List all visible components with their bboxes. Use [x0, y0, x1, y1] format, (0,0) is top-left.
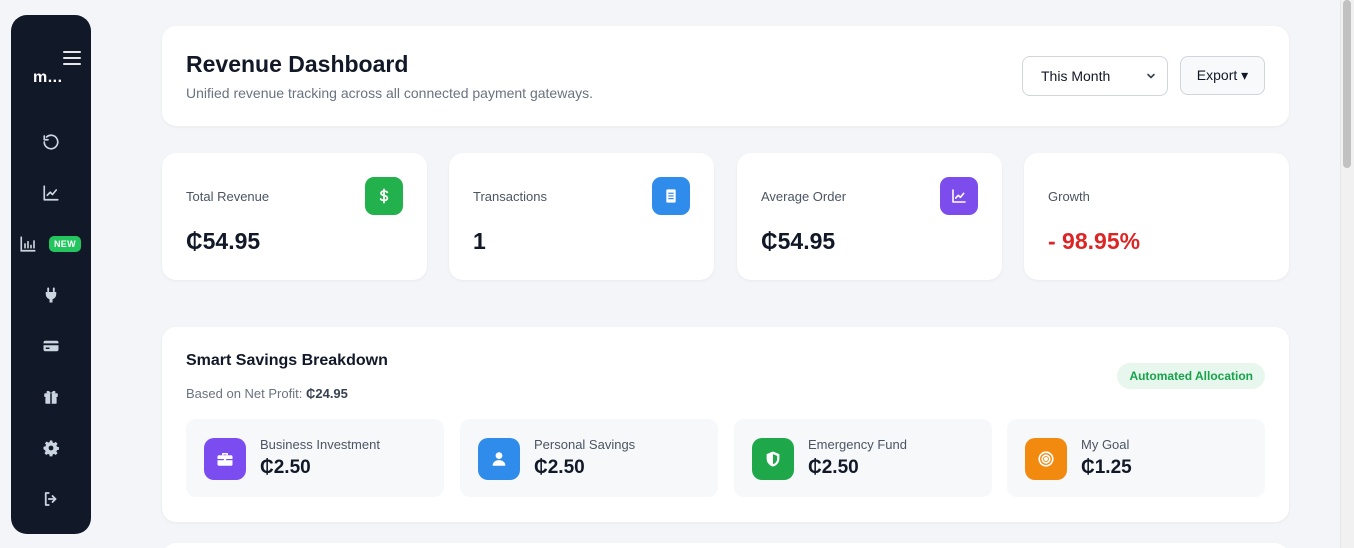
savings-item-business-investment: Business Investment ₵2.50 [186, 419, 444, 497]
header-card: Revenue Dashboard Unified revenue tracki… [162, 26, 1289, 126]
receipt-icon [652, 177, 690, 215]
sidebar-item-settings[interactable] [11, 433, 91, 463]
stat-value: - 98.95% [1048, 228, 1141, 254]
period-select-value: This Month [1041, 68, 1111, 84]
next-section-card [162, 543, 1289, 548]
brand-name: m... [33, 69, 63, 86]
sidebar-item-payments[interactable] [11, 331, 91, 361]
user-icon [478, 438, 520, 480]
savings-title: Smart Savings Breakdown [186, 352, 388, 369]
savings-item-label: Emergency Fund [808, 437, 907, 452]
bar-chart-icon [20, 236, 36, 252]
stat-label: Growth [1048, 189, 1090, 204]
target-icon [1025, 438, 1067, 480]
stat-card-growth: Growth - 98.95% [1024, 153, 1289, 280]
status-badge: Automated Allocation [1117, 363, 1265, 389]
stat-value: ₵54.95 [186, 228, 261, 254]
history-icon [43, 134, 59, 150]
savings-item-label: Business Investment [260, 437, 380, 452]
savings-item-value: ₵1.25 [1081, 457, 1132, 478]
sidebar-item-rewards[interactable] [11, 382, 91, 412]
stat-card-total-revenue: Total Revenue ₵54.95 [162, 153, 427, 280]
savings-item-label: Personal Savings [534, 437, 636, 452]
shield-icon [752, 438, 794, 480]
savings-item-value: ₵2.50 [808, 457, 859, 478]
savings-basis: Based on Net Profit: ₵24.95 [186, 386, 348, 401]
briefcase-icon [204, 438, 246, 480]
sidebar-item-analytics[interactable] [11, 178, 91, 208]
scrollbar-thumb[interactable] [1343, 0, 1351, 168]
chevron-down-icon [1147, 73, 1155, 79]
stat-card-average-order: Average Order ₵54.95 [737, 153, 1002, 280]
sidebar: m... NEW [11, 15, 91, 534]
export-button[interactable]: Export ▾ [1180, 56, 1265, 95]
savings-item-my-goal: My Goal ₵1.25 [1007, 419, 1265, 497]
credit-card-icon [43, 340, 59, 352]
line-chart-icon [43, 185, 59, 201]
page-scrollbar[interactable] [1340, 0, 1354, 548]
savings-basis-label: Based on Net Profit: [186, 386, 303, 401]
savings-card: Smart Savings Breakdown Based on Net Pro… [162, 327, 1289, 522]
sidebar-item-logout[interactable] [11, 484, 91, 514]
new-badge: NEW [49, 236, 81, 252]
stat-label: Transactions [473, 189, 547, 204]
savings-item-label: My Goal [1081, 437, 1130, 452]
gear-icon [43, 440, 59, 457]
stat-value: ₵54.95 [761, 228, 836, 254]
dollar-icon [365, 177, 403, 215]
sidebar-item-reports[interactable]: NEW [11, 229, 91, 259]
logout-icon [44, 492, 57, 506]
period-select[interactable]: This Month [1022, 56, 1168, 96]
gift-icon [44, 390, 58, 404]
stat-value: 1 [473, 228, 486, 254]
page-title: Revenue Dashboard [186, 51, 409, 77]
plug-icon [45, 287, 57, 303]
chart-icon [940, 177, 978, 215]
savings-item-emergency-fund: Emergency Fund ₵2.50 [734, 419, 992, 497]
stat-card-transactions: Transactions 1 [449, 153, 714, 280]
savings-basis-value: ₵24.95 [305, 386, 348, 401]
page-subtitle: Unified revenue tracking across all conn… [186, 85, 593, 101]
stat-label: Average Order [761, 189, 847, 204]
savings-item-value: ₵2.50 [260, 457, 311, 478]
stat-label: Total Revenue [186, 189, 270, 204]
sidebar-item-integrations[interactable] [11, 280, 91, 310]
savings-item-personal-savings: Personal Savings ₵2.50 [460, 419, 718, 497]
menu-toggle-icon[interactable] [63, 50, 81, 66]
sidebar-item-history[interactable] [11, 127, 91, 157]
savings-item-value: ₵2.50 [534, 457, 585, 478]
